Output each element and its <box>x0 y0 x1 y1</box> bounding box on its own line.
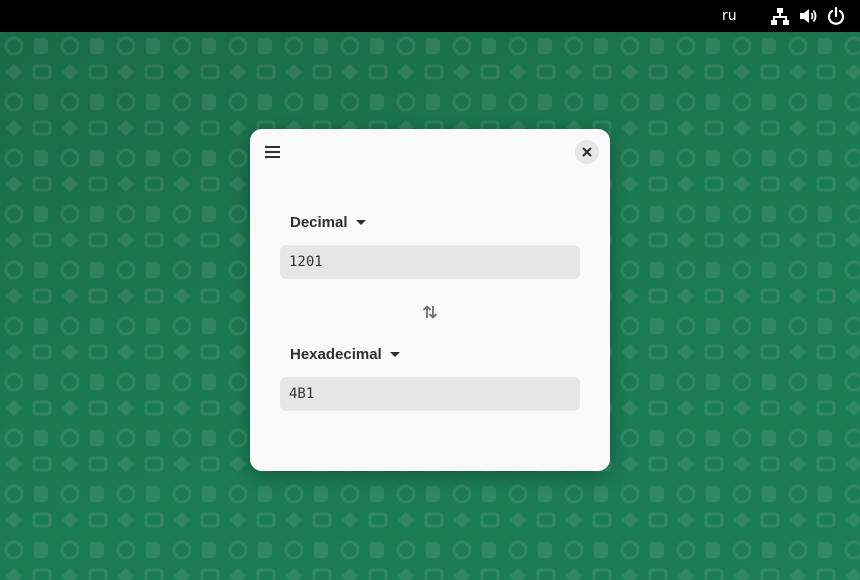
close-icon <box>582 147 592 157</box>
main-menu-button[interactable] <box>262 141 284 163</box>
hamburger-menu-icon <box>265 146 280 158</box>
desktop: ru Decimal 1201 Hexadecimal 4B1 <box>0 0 860 580</box>
volume-icon[interactable] <box>798 6 818 26</box>
to-unit-label: Hexadecimal <box>290 345 382 363</box>
converter-window: Decimal 1201 Hexadecimal 4B1 <box>250 129 610 471</box>
to-unit-dropdown[interactable]: Hexadecimal <box>290 343 400 365</box>
close-button[interactable] <box>575 140 599 164</box>
power-icon[interactable] <box>826 6 846 26</box>
swap-units-button[interactable] <box>420 302 440 322</box>
from-unit-label: Decimal <box>290 213 348 231</box>
from-unit-dropdown[interactable]: Decimal <box>290 211 366 233</box>
to-value-output[interactable]: 4B1 <box>280 377 580 411</box>
chevron-down-icon <box>389 351 400 357</box>
network-icon[interactable] <box>770 6 790 26</box>
keyboard-layout-indicator[interactable]: ru <box>722 0 737 32</box>
chevron-down-icon <box>355 219 366 225</box>
top-bar: ru <box>0 0 860 32</box>
from-value-input[interactable]: 1201 <box>280 245 580 279</box>
swap-vertical-icon <box>422 305 438 319</box>
